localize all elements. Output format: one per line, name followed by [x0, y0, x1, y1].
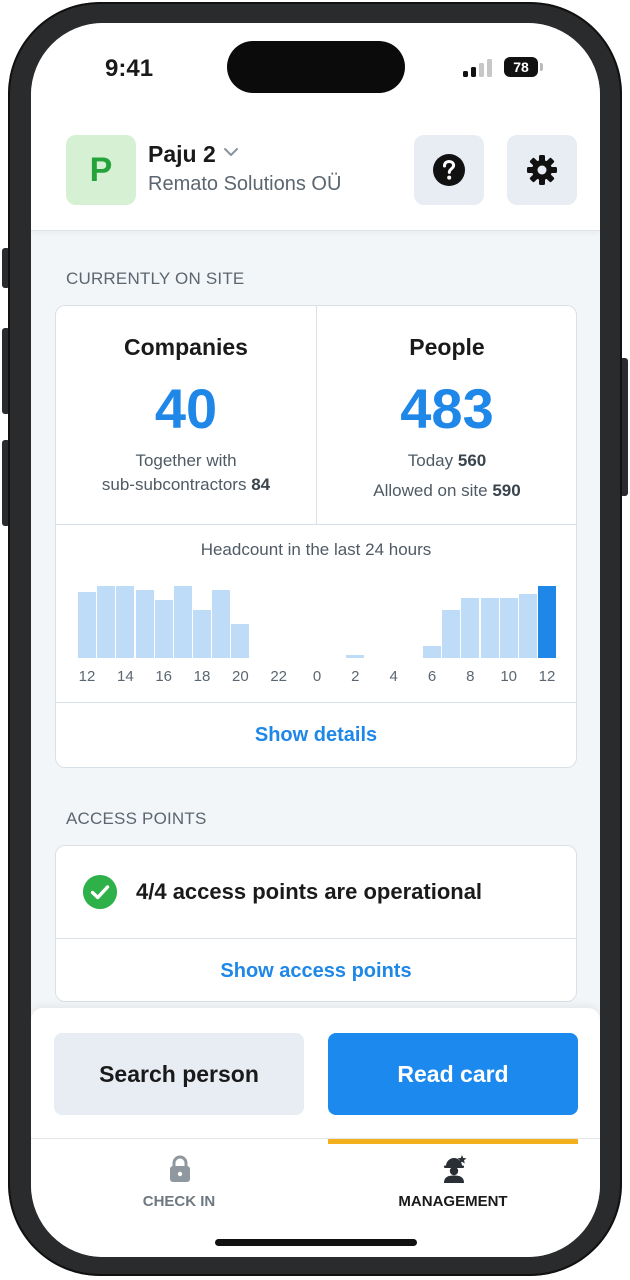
people-value: 483: [400, 377, 494, 440]
chart-bar: [193, 610, 211, 658]
chart-tick-label: 2: [351, 668, 360, 685]
people-today: Today 560: [317, 451, 576, 471]
chart-bar: [78, 592, 96, 658]
worker-star-icon: [444, 1155, 467, 1183]
chart-bar: [518, 594, 537, 658]
chart-bar: [212, 590, 231, 658]
site-name[interactable]: Paju 2: [148, 141, 216, 168]
companies-value: 40: [154, 377, 218, 440]
site-avatar[interactable]: P: [66, 135, 136, 205]
chart-bar: [173, 586, 192, 658]
tab-check-in-label: CHECK IN: [142, 1193, 216, 1210]
action-bar: Search person Read card: [31, 1008, 600, 1138]
chart-tick-label: 8: [466, 668, 475, 685]
companies-title: Companies: [124, 334, 248, 360]
read-card-button[interactable]: Read card: [328, 1033, 578, 1115]
chart-tick-label: 20: [231, 668, 249, 685]
people-stat: People 483 Today 560 Allowed on site 590: [317, 306, 576, 524]
question-circle-icon: [433, 154, 465, 186]
chart-bar: [461, 598, 480, 658]
chart-bar: [116, 586, 135, 658]
chart-bar: [135, 590, 154, 658]
dynamic-island: [227, 41, 405, 93]
show-access-points-link[interactable]: Show access points: [56, 960, 576, 983]
check-circle-icon: [83, 875, 117, 909]
sub-subcontractors-label: sub-subcontractors: [101, 475, 247, 494]
card-divider: [56, 524, 576, 525]
chart-x-axis: 12 14 16 18 20 22 0 2 4 6 8 10 12: [78, 668, 556, 688]
section-label-access-points: ACCESS POINTS: [66, 809, 207, 828]
companies-sub-line2: sub-subcontractors 84: [56, 475, 316, 495]
chart-bar: [346, 655, 365, 658]
people-title: People: [409, 334, 485, 360]
people-allowed: Allowed on site 590: [317, 481, 576, 501]
section-label-on-site: CURRENTLY ON SITE: [66, 269, 245, 288]
show-details-link[interactable]: Show details: [56, 724, 576, 747]
gear-icon: [527, 155, 557, 185]
status-bar: 9:41 78: [31, 23, 600, 133]
allowed-value: 590: [492, 481, 521, 500]
tab-management-label: MANAGEMENT: [398, 1193, 508, 1210]
chart-tick-label: 12: [78, 668, 96, 685]
chart-tick-label: 22: [270, 668, 287, 685]
chart-bar: [423, 646, 441, 658]
home-indicator: [215, 1239, 417, 1246]
chart-tick-label: 4: [389, 668, 398, 685]
today-value: 560: [457, 451, 487, 470]
tab-management[interactable]: MANAGEMENT: [328, 1139, 578, 1229]
chevron-down-icon[interactable]: [223, 146, 239, 158]
app-screen: 9:41 78 P Paju 2 Remato Solutions OÜ CUR…: [31, 23, 600, 1257]
chart-tick-label: 16: [155, 668, 172, 685]
today-label: Today: [407, 451, 454, 470]
chart-tick-label: 6: [427, 668, 437, 685]
access-points-card: 4/4 access points are operational Show a…: [55, 845, 577, 1002]
chart-bar: [499, 598, 518, 658]
company-name: Remato Solutions OÜ: [148, 173, 342, 195]
site-header: P Paju 2 Remato Solutions OÜ: [31, 133, 600, 231]
sub-subcontractors-value: 84: [251, 475, 271, 494]
signal-icon: [463, 59, 493, 77]
access-points-status: 4/4 access points are operational: [136, 879, 483, 904]
chart-bar: [442, 610, 461, 658]
chart-tick-label: 0: [312, 668, 322, 685]
battery-tip: [540, 63, 543, 71]
chart-tick-label: 12: [538, 668, 556, 685]
help-button[interactable]: [414, 135, 484, 205]
search-person-button[interactable]: Search person: [54, 1033, 304, 1115]
tab-check-in[interactable]: CHECK IN: [54, 1139, 304, 1229]
card-divider: [56, 702, 576, 703]
chart-bar: [231, 624, 250, 658]
on-site-card: Companies 40 Together with sub-subcontra…: [55, 305, 577, 768]
chart-bar-current: [538, 586, 556, 658]
settings-button[interactable]: [507, 135, 577, 205]
chart-tick-label: 10: [500, 668, 517, 685]
chart-tick-label: 14: [116, 668, 134, 685]
chart-bar: [97, 586, 116, 658]
lock-icon: [170, 1155, 190, 1182]
companies-stat: Companies 40 Together with sub-subcontra…: [56, 306, 316, 524]
chart-tick-label: 18: [193, 668, 211, 685]
companies-sub-line1: Together with: [135, 451, 237, 470]
chart-bar: [480, 598, 499, 658]
headcount-chart: [78, 582, 556, 658]
chart-bar: [154, 600, 173, 658]
allowed-label: Allowed on site: [373, 481, 488, 500]
chart-title: Headcount in the last 24 hours: [200, 540, 432, 559]
card-divider: [56, 938, 576, 939]
battery-icon: 78: [504, 57, 538, 77]
status-time: 9:41: [105, 55, 154, 82]
